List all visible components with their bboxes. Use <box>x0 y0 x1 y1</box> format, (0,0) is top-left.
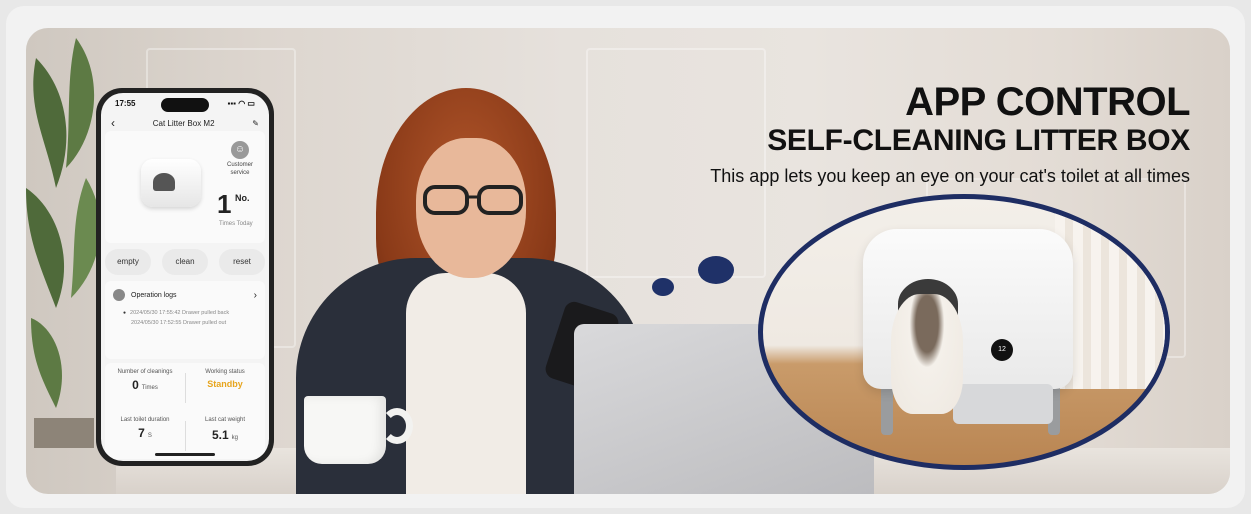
operation-logs-card[interactable]: Operation logs › 2024/05/30 17:55:42 Dra… <box>105 281 265 359</box>
customer-service-label[interactable]: Customer service <box>217 161 263 177</box>
home-indicator <box>155 453 215 456</box>
cleanings-value: 0 <box>132 378 139 392</box>
waste-drawer <box>953 384 1053 424</box>
phone-screen: 17:55 ▪▪▪ ◠ ▭ ‹ Cat Litter Box M2 ✎ ☺ Cu… <box>101 93 269 461</box>
cleanings-label: Number of cleanings <box>117 369 173 375</box>
weight-value: 5.1 <box>211 428 229 442</box>
product-circle: 12 <box>758 194 1170 470</box>
working-status-label: Working status <box>205 369 245 375</box>
action-buttons: empty clean reset <box>105 249 265 275</box>
device-card: ☺ Customer service 1 No. Times Today <box>105 131 265 243</box>
stat-toilet-duration: Last toilet duration 7S <box>105 417 185 442</box>
device-thumbnail-door <box>153 173 175 191</box>
logs-icon <box>113 289 125 301</box>
duration-label: Last toilet duration <box>120 417 170 423</box>
chevron-right-icon[interactable]: › <box>254 290 257 301</box>
phone-mockup: 17:55 ▪▪▪ ◠ ▭ ‹ Cat Litter Box M2 ✎ ☺ Cu… <box>96 88 274 466</box>
weight-unit: kg <box>231 435 239 441</box>
times-today-label: Times Today <box>219 221 253 227</box>
times-today-count: 1 <box>217 189 232 219</box>
status-time: 17:55 <box>115 99 136 108</box>
cleanings-unit: Times <box>141 385 158 391</box>
working-status-value: Standby <box>207 379 243 389</box>
logs-title: Operation logs <box>131 291 177 299</box>
back-icon[interactable]: ‹ <box>111 116 115 130</box>
edit-icon[interactable]: ✎ <box>252 119 259 128</box>
stat-cleanings: Number of cleanings 0 Times <box>105 369 185 394</box>
phone-notch <box>161 98 209 112</box>
duration-unit: S <box>147 433 152 439</box>
clean-button[interactable]: clean <box>162 249 208 275</box>
reset-button[interactable]: reset <box>219 249 265 275</box>
thought-dot-large <box>698 256 734 284</box>
signal-wifi-battery-icon: ▪▪▪ ◠ ▭ <box>227 99 256 108</box>
empty-button[interactable]: empty <box>105 249 151 275</box>
box-display: 12 <box>991 339 1013 361</box>
thought-dot-small <box>652 278 674 296</box>
stats-card: Number of cleanings 0 Times Working statu… <box>105 363 265 459</box>
weight-label: Last cat weight <box>204 417 246 423</box>
headline-block: APP CONTROL SELF-CLEANING LITTER BOX Thi… <box>710 80 1190 187</box>
stat-working-status: Working status Standby <box>185 369 265 389</box>
log-entry: 2024/05/30 17:52:55 Drawer pulled out <box>131 320 227 326</box>
coffee-mug <box>304 396 386 464</box>
headline-title: APP CONTROL <box>905 80 1190 124</box>
headline-subtitle: SELF-CLEANING LITTER BOX <box>767 124 1190 157</box>
device-title: Cat Litter Box M2 <box>152 118 215 128</box>
log-entry: 2024/05/30 17:55:42 Drawer pulled back <box>105 307 265 317</box>
cat <box>891 294 963 414</box>
duration-value: 7 <box>138 426 145 440</box>
stat-cat-weight: Last cat weight 5.1 kg <box>185 417 265 444</box>
headline-tagline: This app lets you keep an eye on your ca… <box>710 166 1190 186</box>
customer-service-icon[interactable]: ☺ <box>231 141 249 159</box>
times-today-unit: No. <box>235 193 250 203</box>
mug-handle <box>381 408 413 444</box>
